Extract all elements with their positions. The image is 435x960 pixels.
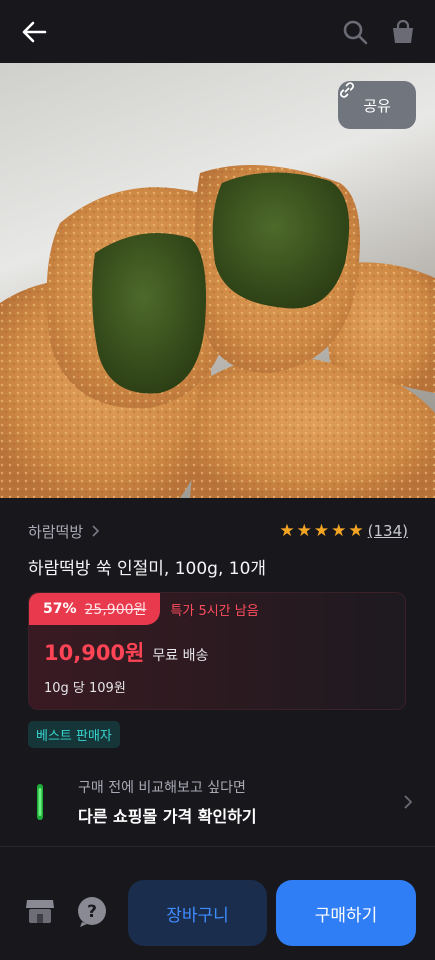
add-to-cart-button[interactable]: 장바구니 [128, 880, 267, 946]
svg-text:?: ? [87, 902, 97, 922]
unit-price: 10g 당 109원 [44, 681, 126, 696]
original-price: 25,900원 [84, 602, 147, 618]
top-app-bar [0, 0, 435, 63]
chevron-right-icon [404, 795, 413, 809]
share-label: 공유 [363, 96, 391, 115]
compare-prices-link[interactable]: 구매 전에 비교해보고 싶다면 다른 쇼핑몰 가격 확인하기 [28, 772, 416, 832]
compare-texts: 구매 전에 비교해보고 싶다면 다른 쇼핑몰 가격 확인하기 [78, 777, 400, 827]
star-icon: ★ [279, 520, 295, 541]
best-seller-badge: 베스트 판매자 [28, 721, 120, 748]
buy-now-button[interactable]: 구매하기 [276, 880, 416, 946]
compare-subtitle: 구매 전에 비교해보고 싶다면 [78, 780, 246, 796]
link-icon [340, 82, 354, 98]
seller-rating-row: 하람떡방 ★ ★ ★ ★ ★ (134) [28, 518, 408, 544]
search-button[interactable] [341, 18, 369, 46]
search-icon [343, 20, 368, 44]
deal-timer: 특가 5시간 남음 [170, 603, 259, 619]
chevron-right-icon [92, 525, 100, 537]
back-button[interactable] [20, 18, 48, 46]
product-title: 하람떡방 쑥 인절미, 100g, 10개 [28, 559, 267, 579]
price-compare-icon [28, 780, 52, 824]
compare-title: 다른 쇼핑몰 가격 확인하기 [78, 807, 257, 826]
rating[interactable]: ★ ★ ★ ★ ★ (134) [279, 522, 408, 540]
discount-percent: 57% [43, 601, 77, 617]
divider [0, 846, 435, 847]
shipping-info: 무료 배송 [152, 648, 209, 664]
star-icon: ★ [331, 520, 347, 541]
store-icon [26, 900, 54, 923]
question-icon: ? [78, 897, 106, 927]
price-box: 57% 25,900원 특가 5시간 남음 10,900원 무료 배송 10g … [28, 592, 406, 710]
help-button[interactable]: ? [76, 896, 108, 928]
shopping-bag-icon [393, 19, 413, 43]
product-image[interactable]: 공유 [0, 63, 435, 498]
seller-name: 하람떡방 [28, 522, 84, 541]
arrow-left-icon [22, 21, 47, 42]
price-row: 10,900원 무료 배송 [44, 637, 208, 667]
discount-badge: 57% 25,900원 [29, 593, 161, 625]
star-icon: ★ [296, 520, 312, 541]
share-button[interactable]: 공유 [338, 81, 416, 129]
review-count[interactable]: (134) [368, 522, 408, 540]
cart-bag-button[interactable] [389, 18, 417, 46]
seller-link[interactable]: 하람떡방 [28, 521, 101, 542]
star-icon: ★ [313, 520, 330, 541]
store-button[interactable] [24, 896, 56, 926]
discount-row: 57% 25,900원 특가 5시간 남음 [29, 593, 259, 625]
sale-price: 10,900원 [44, 641, 145, 665]
bottom-action-bar: ? 장바구니 구매하기 [0, 870, 435, 960]
star-icon: ★ [348, 520, 364, 541]
